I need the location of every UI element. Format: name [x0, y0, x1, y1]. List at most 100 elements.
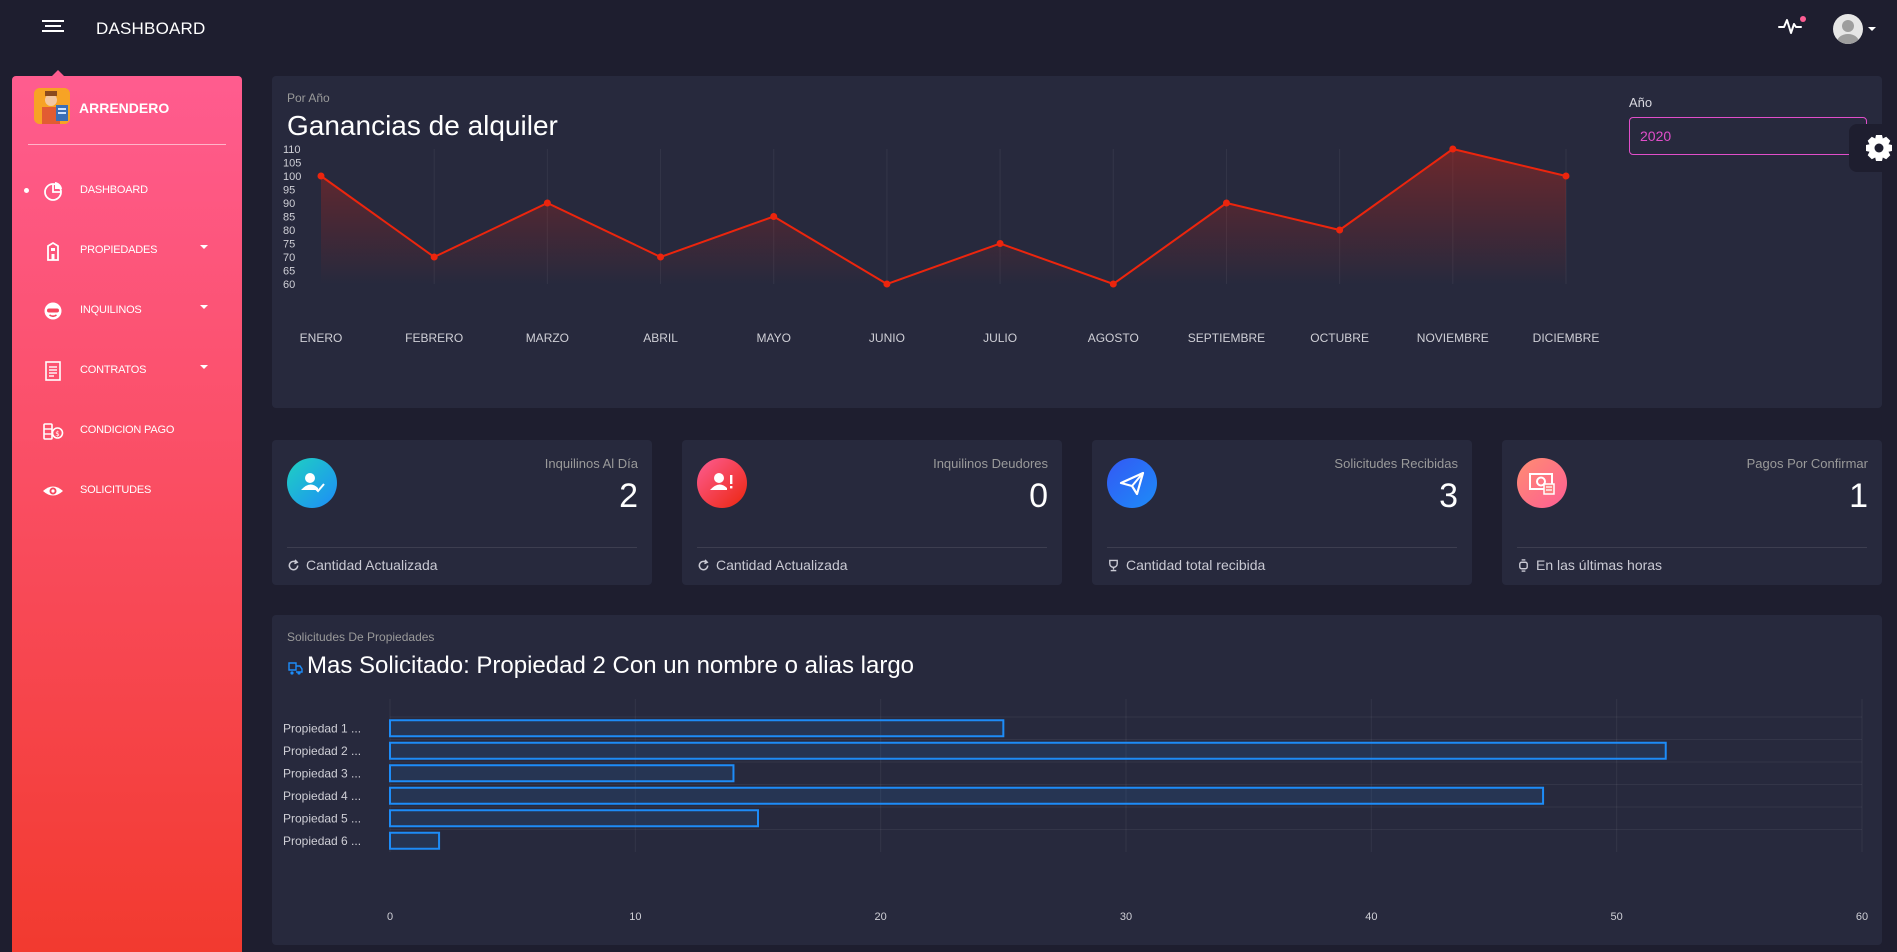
paper-plane-icon — [1107, 458, 1157, 508]
x-tick-label: OCTUBRE — [1310, 331, 1369, 345]
x-tick-label: 0 — [387, 911, 393, 923]
document-icon — [45, 361, 61, 381]
user-avatar[interactable] — [1833, 14, 1863, 44]
data-point — [1449, 145, 1457, 153]
top-navbar: DASHBOARD — [0, 0, 1897, 56]
building-icon — [47, 241, 59, 261]
y-tick-label: 85 — [283, 212, 295, 224]
trophy-icon — [1109, 559, 1118, 572]
refresh-icon — [288, 559, 299, 571]
chevron-down-icon — [200, 365, 208, 369]
x-tick-label: JULIO — [983, 331, 1017, 345]
stat-footer-text: Cantidad Actualizada — [716, 557, 848, 573]
y-tick-label: 70 — [283, 252, 295, 264]
stat-footer-text: En las últimas horas — [1536, 557, 1663, 573]
user-alert-icon — [697, 458, 747, 508]
sidebar-item-label: CONTRATOS — [80, 364, 147, 376]
y-tick-label: 90 — [283, 198, 295, 210]
x-tick-label: 20 — [875, 911, 887, 923]
svg-text:$: $ — [55, 430, 59, 438]
bar — [389, 786, 1545, 805]
y-tick-label: 75 — [283, 239, 295, 251]
stat-label: Pagos Por Confirmar — [1746, 456, 1868, 471]
data-point — [1562, 172, 1570, 180]
menu-toggle-icon[interactable] — [42, 20, 64, 36]
bar — [389, 809, 759, 828]
money-icon — [1517, 458, 1567, 508]
data-point — [1109, 280, 1117, 288]
x-tick-label: 30 — [1120, 911, 1132, 923]
brand-name[interactable]: ARRENDERO — [79, 100, 169, 116]
x-tick-label: ENERO — [300, 331, 343, 345]
bar — [389, 741, 1667, 760]
data-point — [770, 213, 778, 220]
data-point — [1222, 199, 1230, 207]
stat-value: 0 — [1029, 477, 1048, 515]
requests-bar-chart: 0 10 20 30 40 50 60 Propiedad 1 ... Propiedad 2 … — [283, 699, 1868, 923]
user-menu-caret-icon[interactable] — [1868, 27, 1876, 31]
y-tick-label: 65 — [283, 266, 295, 278]
notification-dot — [1800, 16, 1806, 22]
x-tick-label: FEBRERO — [405, 331, 463, 345]
stat-footer: Cantidad Actualizada — [287, 557, 438, 573]
sidebar-item-contratos[interactable]: CONTRATOS — [12, 350, 242, 390]
requests-chart-card: Solicitudes De Propiedades Mas Solicitad… — [272, 615, 1882, 945]
data-point — [657, 253, 665, 261]
stat-card-inquilinos-deudores: Inquilinos Deudores 0 Cantidad Actualiza… — [682, 440, 1062, 585]
card-divider — [697, 547, 1047, 548]
y-tick-label: Propiedad 4 ... — [283, 789, 361, 803]
bar — [389, 719, 1005, 738]
y-tick-label: 110 — [283, 144, 301, 156]
page-title: DASHBOARD — [96, 19, 206, 38]
sidebar-item-label: SOLICITUDES — [80, 484, 152, 496]
x-tick-label: SEPTIEMBRE — [1188, 331, 1265, 345]
card-divider — [1107, 547, 1457, 548]
stat-label: Solicitudes Recibidas — [1334, 456, 1458, 471]
chevron-down-icon — [200, 245, 208, 249]
sidebar-item-label: DASHBOARD — [80, 184, 148, 196]
stat-footer: Cantidad total recibida — [1107, 557, 1265, 573]
active-indicator — [24, 188, 29, 193]
x-tick-label: MARZO — [526, 331, 569, 345]
stat-footer: Cantidad Actualizada — [697, 557, 848, 573]
card-divider — [287, 547, 637, 548]
stat-label: Inquilinos Deudores — [933, 456, 1048, 471]
sidebar-item-label: PROPIEDADES — [80, 244, 158, 256]
y-tick-label: 100 — [283, 171, 301, 183]
y-tick-label: Propiedad 2 ... — [283, 744, 361, 758]
sidebar-item-label: INQUILINOS — [80, 304, 142, 316]
x-tick-label: ABRIL — [643, 331, 678, 345]
data-point — [996, 240, 1004, 247]
x-tick-label: NOVIEMBRE — [1417, 331, 1489, 345]
card-divider — [1517, 547, 1867, 548]
stat-card-solicitudes-recibidas: Solicitudes Recibidas 3 Cantidad total r… — [1092, 440, 1472, 585]
stat-footer-text: Cantidad total recibida — [1126, 557, 1266, 573]
sidebar-item-condicion-pago[interactable]: $ CONDICION PAGO — [12, 410, 242, 450]
sidebar-item-solicitudes[interactable]: SOLICITUDES — [12, 470, 242, 510]
settings-toggle[interactable] — [1849, 124, 1897, 172]
stat-value: 2 — [619, 477, 638, 515]
sidebar-item-label: CONDICION PAGO — [80, 424, 175, 436]
x-tick-label: DICIEMBRE — [1533, 331, 1600, 345]
chart-pie-icon — [44, 182, 62, 201]
earnings-line-chart: 6065 7075 8085 9095 100105 110 ENERO FEBRERO MAR… — [283, 144, 1600, 345]
stat-card-pagos-por-confirmar: Pagos Por Confirmar 1 En las últimas hor… — [1502, 440, 1882, 585]
user-mask-icon — [44, 302, 62, 320]
chevron-down-icon — [200, 305, 208, 309]
user-check-icon — [287, 458, 337, 508]
y-tick-label: Propiedad 5 ... — [283, 811, 361, 825]
stat-value: 1 — [1849, 477, 1868, 515]
sidebar-item-dashboard[interactable]: DASHBOARD — [12, 170, 242, 210]
stat-label: Inquilinos Al Día — [544, 456, 638, 471]
sidebar-item-propiedades[interactable]: PROPIEDADES — [12, 230, 242, 270]
y-tick-label: Propiedad 3 ... — [283, 766, 361, 780]
data-point — [883, 280, 891, 288]
y-tick-label: 80 — [283, 225, 295, 237]
data-point — [317, 172, 325, 180]
data-point — [1336, 226, 1344, 234]
sidebar-item-inquilinos[interactable]: INQUILINOS — [12, 290, 242, 330]
sidebar: ARRENDERO DASHBOARD PROPIEDADES INQUILIN… — [12, 70, 242, 952]
activity-icon[interactable] — [1778, 16, 1802, 36]
x-tick-label: 60 — [1856, 911, 1868, 923]
bar — [389, 764, 735, 783]
